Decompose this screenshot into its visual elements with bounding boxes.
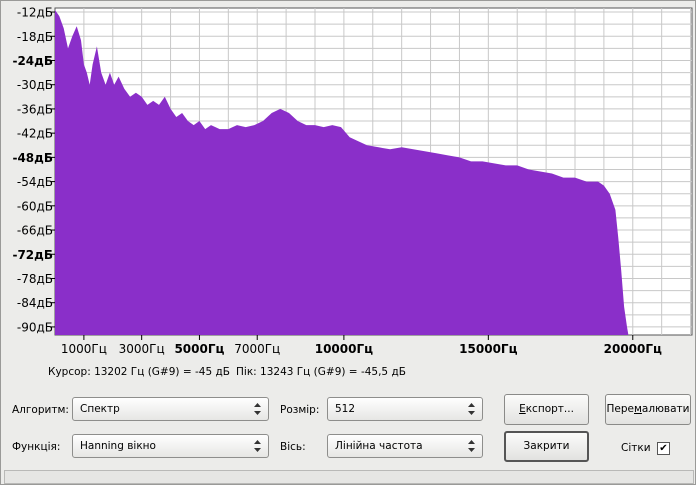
function-label: Функція:	[12, 441, 61, 453]
x-axis: 1000Гц 3000Гц 5000Гц 7000Гц 10000Гц 15000Гц 20…	[61, 335, 662, 356]
x-tick-label: 7000Гц	[234, 342, 280, 356]
x-tick-label: 20000Гц	[604, 342, 662, 356]
spectrum-plot: -12дБ -18дБ -24дБ -30дБ -36дБ -42дБ -48дБ -54дБ…	[12, 6, 693, 356]
redraw-button[interactable]: Перемалювати	[605, 394, 691, 425]
updown-arrows-icon	[468, 403, 475, 415]
y-tick-label: -42дБ	[17, 127, 53, 141]
y-tick-label: -54дБ	[17, 175, 53, 189]
function-value: Hanning вікно	[80, 440, 156, 452]
redraw-label-prefix: Пере	[606, 403, 634, 415]
export-button[interactable]: Експорт...	[504, 394, 589, 425]
updown-arrows-icon	[254, 440, 261, 452]
y-tick-label: -66дБ	[17, 224, 53, 238]
size-value: 512	[335, 403, 356, 415]
grid-checkbox-label: Сітки	[621, 442, 651, 454]
y-tick-label: -60дБ	[17, 199, 53, 213]
x-tick-label: 15000Гц	[459, 342, 517, 356]
y-tick-label: -48дБ	[12, 151, 53, 165]
x-tick-label: 5000Гц	[174, 342, 224, 356]
redraw-label-rest: алювати	[641, 403, 690, 415]
updown-arrows-icon	[468, 440, 475, 452]
axis-label: Вісь:	[280, 441, 306, 453]
y-tick-label: -90дБ	[17, 320, 53, 334]
checkmark-icon: ✔	[659, 443, 668, 454]
export-label-rest: кспорт...	[525, 403, 574, 415]
y-tick-label: -30дБ	[17, 78, 53, 92]
size-select[interactable]: 512	[327, 397, 483, 421]
export-label-accelerator: Е	[519, 403, 526, 415]
y-axis: -12дБ -18дБ -24дБ -30дБ -36дБ -42дБ -48дБ -54дБ…	[12, 6, 55, 334]
peak-readout: Пік: 13243 Гц (G#9) = -45,5 дБ	[236, 366, 406, 378]
algorithm-value: Спектр	[80, 403, 120, 415]
y-tick-label: -18дБ	[17, 30, 53, 44]
y-tick-label: -72дБ	[12, 248, 53, 262]
grid-checkbox[interactable]: ✔	[657, 442, 670, 455]
y-tick-label: -12дБ	[17, 6, 53, 20]
function-select[interactable]: Hanning вікно	[72, 434, 269, 458]
updown-arrows-icon	[254, 403, 261, 415]
axis-value: Лінійна частота	[335, 440, 423, 452]
redraw-label-accelerator: м	[634, 403, 642, 415]
y-tick-label: -78дБ	[17, 272, 53, 286]
algorithm-select[interactable]: Спектр	[72, 397, 269, 421]
x-tick-label: 3000Гц	[119, 342, 165, 356]
y-tick-label: -84дБ	[17, 296, 53, 310]
cursor-readout: Курсор: 13202 Гц (G#9) = -45 дБ	[48, 366, 230, 378]
frequency-analysis-window: -12дБ -18дБ -24дБ -30дБ -36дБ -42дБ -48дБ -54дБ…	[0, 0, 696, 485]
size-label: Розмір:	[280, 404, 320, 416]
x-tick-label: 10000Гц	[315, 342, 373, 356]
x-tick-label: 1000Гц	[61, 342, 107, 356]
algorithm-label: Алгоритм:	[12, 404, 69, 416]
status-bar	[4, 470, 694, 484]
axis-select[interactable]: Лінійна частота	[327, 434, 483, 458]
close-button[interactable]: Закрити	[504, 431, 589, 462]
y-tick-label: -36дБ	[17, 102, 53, 116]
y-tick-label: -24дБ	[12, 54, 53, 68]
